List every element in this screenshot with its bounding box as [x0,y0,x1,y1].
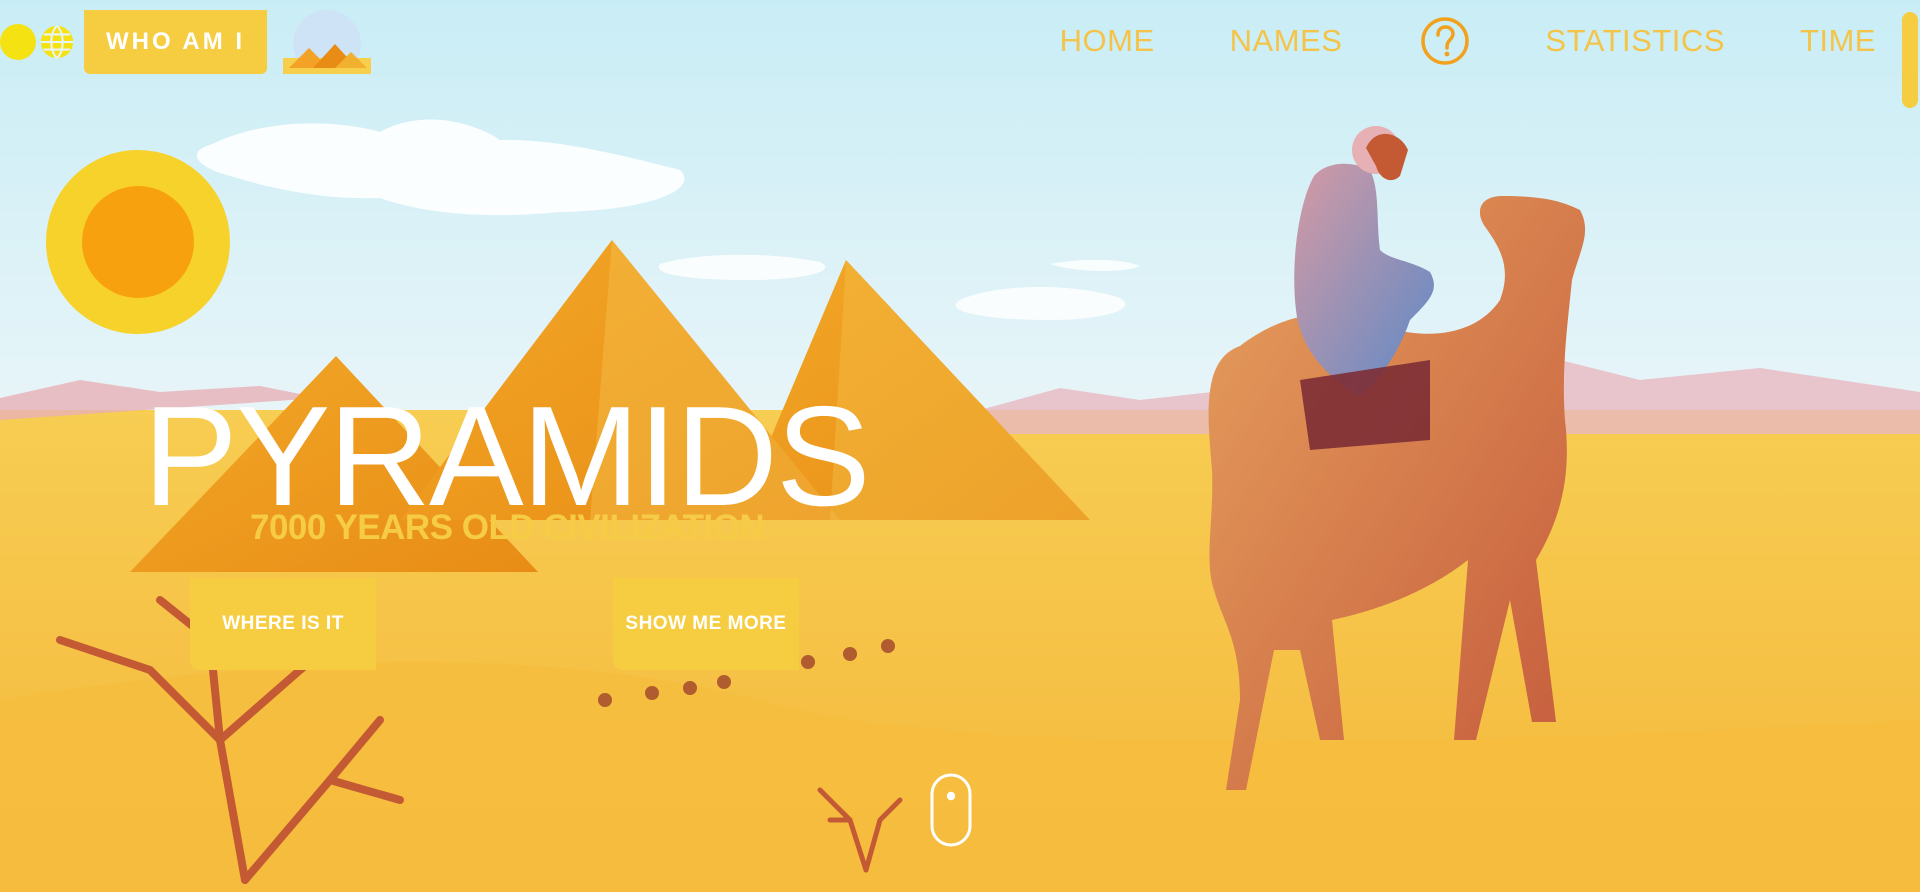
hero-subtitle: 7000 YEARS OLD CIVILIZATION [250,508,765,547]
nav-names-link[interactable]: NAMES [1230,23,1343,59]
scrollbar-thumb[interactable] [1902,12,1918,108]
mouse-scroll-icon[interactable] [929,772,973,848]
brand-button[interactable]: WHO AM I [84,10,268,74]
where-is-it-button[interactable]: WHERE IS IT [190,578,376,670]
pyramids-logo[interactable] [283,10,372,74]
nav-statistics-link[interactable]: STATISTICS [1545,23,1725,59]
show-me-more-label: SHOW ME MORE [625,613,787,634]
brand-label: WHO AM I [106,28,246,55]
sun [46,150,230,334]
header-left: WHO AM I [0,10,372,74]
show-me-more-button[interactable]: SHOW ME MORE [613,578,799,670]
hero-title: PYRAMIDS [143,377,871,536]
main-nav: HOME NAMES STATISTICS TIME [985,16,1876,66]
scrollbar[interactable] [1898,0,1920,892]
where-is-it-label: WHERE IS IT [222,613,344,634]
header-icons [0,23,76,61]
nav-home-link[interactable]: HOME [1060,23,1155,59]
moon-icon[interactable] [0,24,36,60]
nav-time-link[interactable]: TIME [1800,23,1876,59]
help-icon[interactable] [1420,16,1470,66]
